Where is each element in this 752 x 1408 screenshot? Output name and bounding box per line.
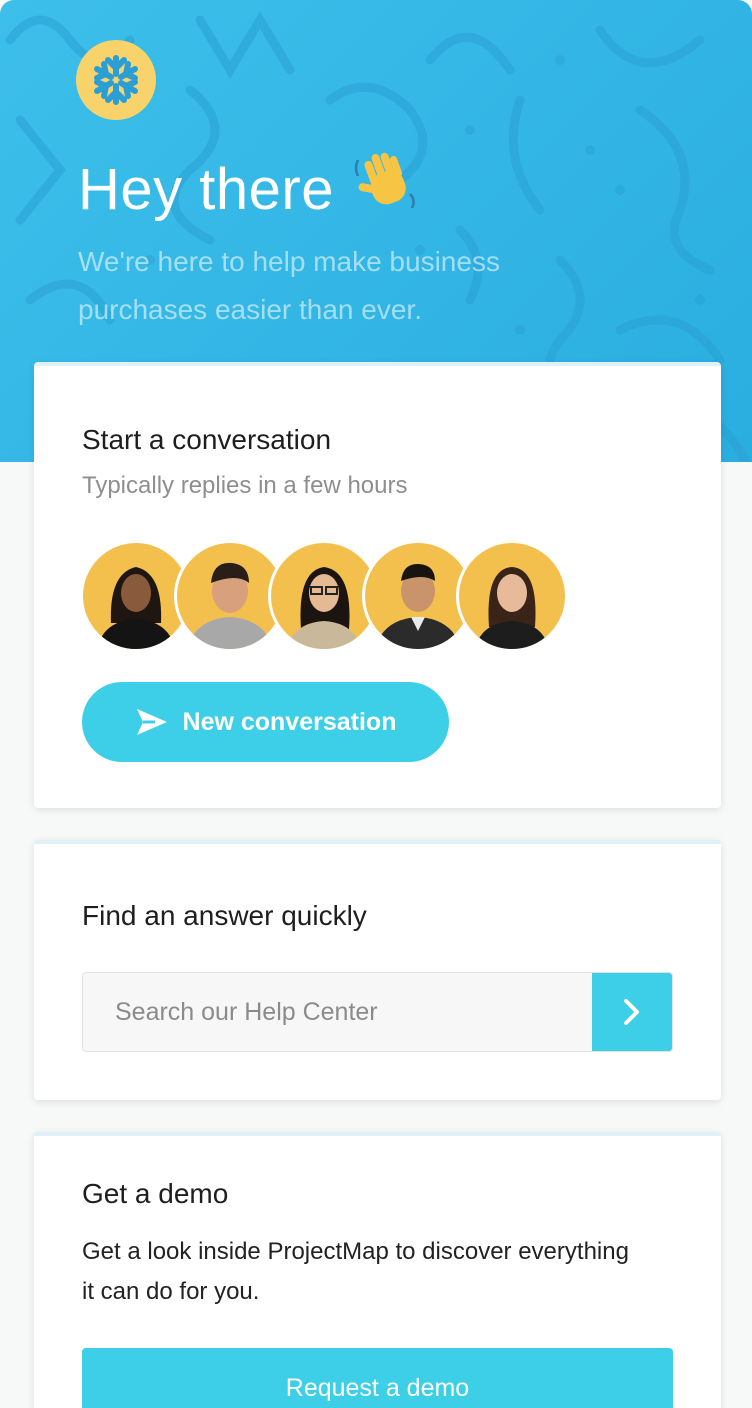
request-demo-button[interactable]: Request a demo [82, 1348, 673, 1408]
help-search-bar [82, 972, 673, 1052]
new-conversation-label: New conversation [182, 707, 397, 736]
paper-plane-icon [135, 707, 169, 737]
team-avatars [80, 540, 568, 652]
company-logo [76, 40, 156, 120]
card-title: Get a demo [82, 1178, 229, 1209]
avatar [456, 540, 568, 652]
search-submit-button[interactable] [592, 973, 672, 1051]
chevron-right-icon [624, 999, 639, 1025]
find-answer-card: Find an answer quickly [34, 840, 721, 1100]
header-tagline: We're here to help make business purchas… [78, 246, 500, 325]
reply-time-text: Typically replies in a few hours [82, 472, 408, 499]
card-title: Start a conversation [82, 424, 332, 455]
start-conversation-card: Start a conversation Typically replies i… [34, 362, 721, 808]
snowflake-logo-icon [94, 55, 138, 105]
demo-description: Get a look inside ProjectMap to discover… [82, 1238, 629, 1305]
help-center-search-input[interactable] [83, 973, 594, 1051]
waving-hand-icon [352, 150, 420, 228]
greeting-heading: Hey there [78, 150, 420, 228]
card-title: Find an answer quickly [82, 900, 367, 931]
new-conversation-button[interactable]: New conversation [82, 682, 449, 762]
greeting-text: Hey there [78, 156, 334, 222]
request-demo-label: Request a demo [285, 1373, 470, 1402]
get-demo-card: Get a demo Get a look inside ProjectMap … [34, 1132, 721, 1408]
